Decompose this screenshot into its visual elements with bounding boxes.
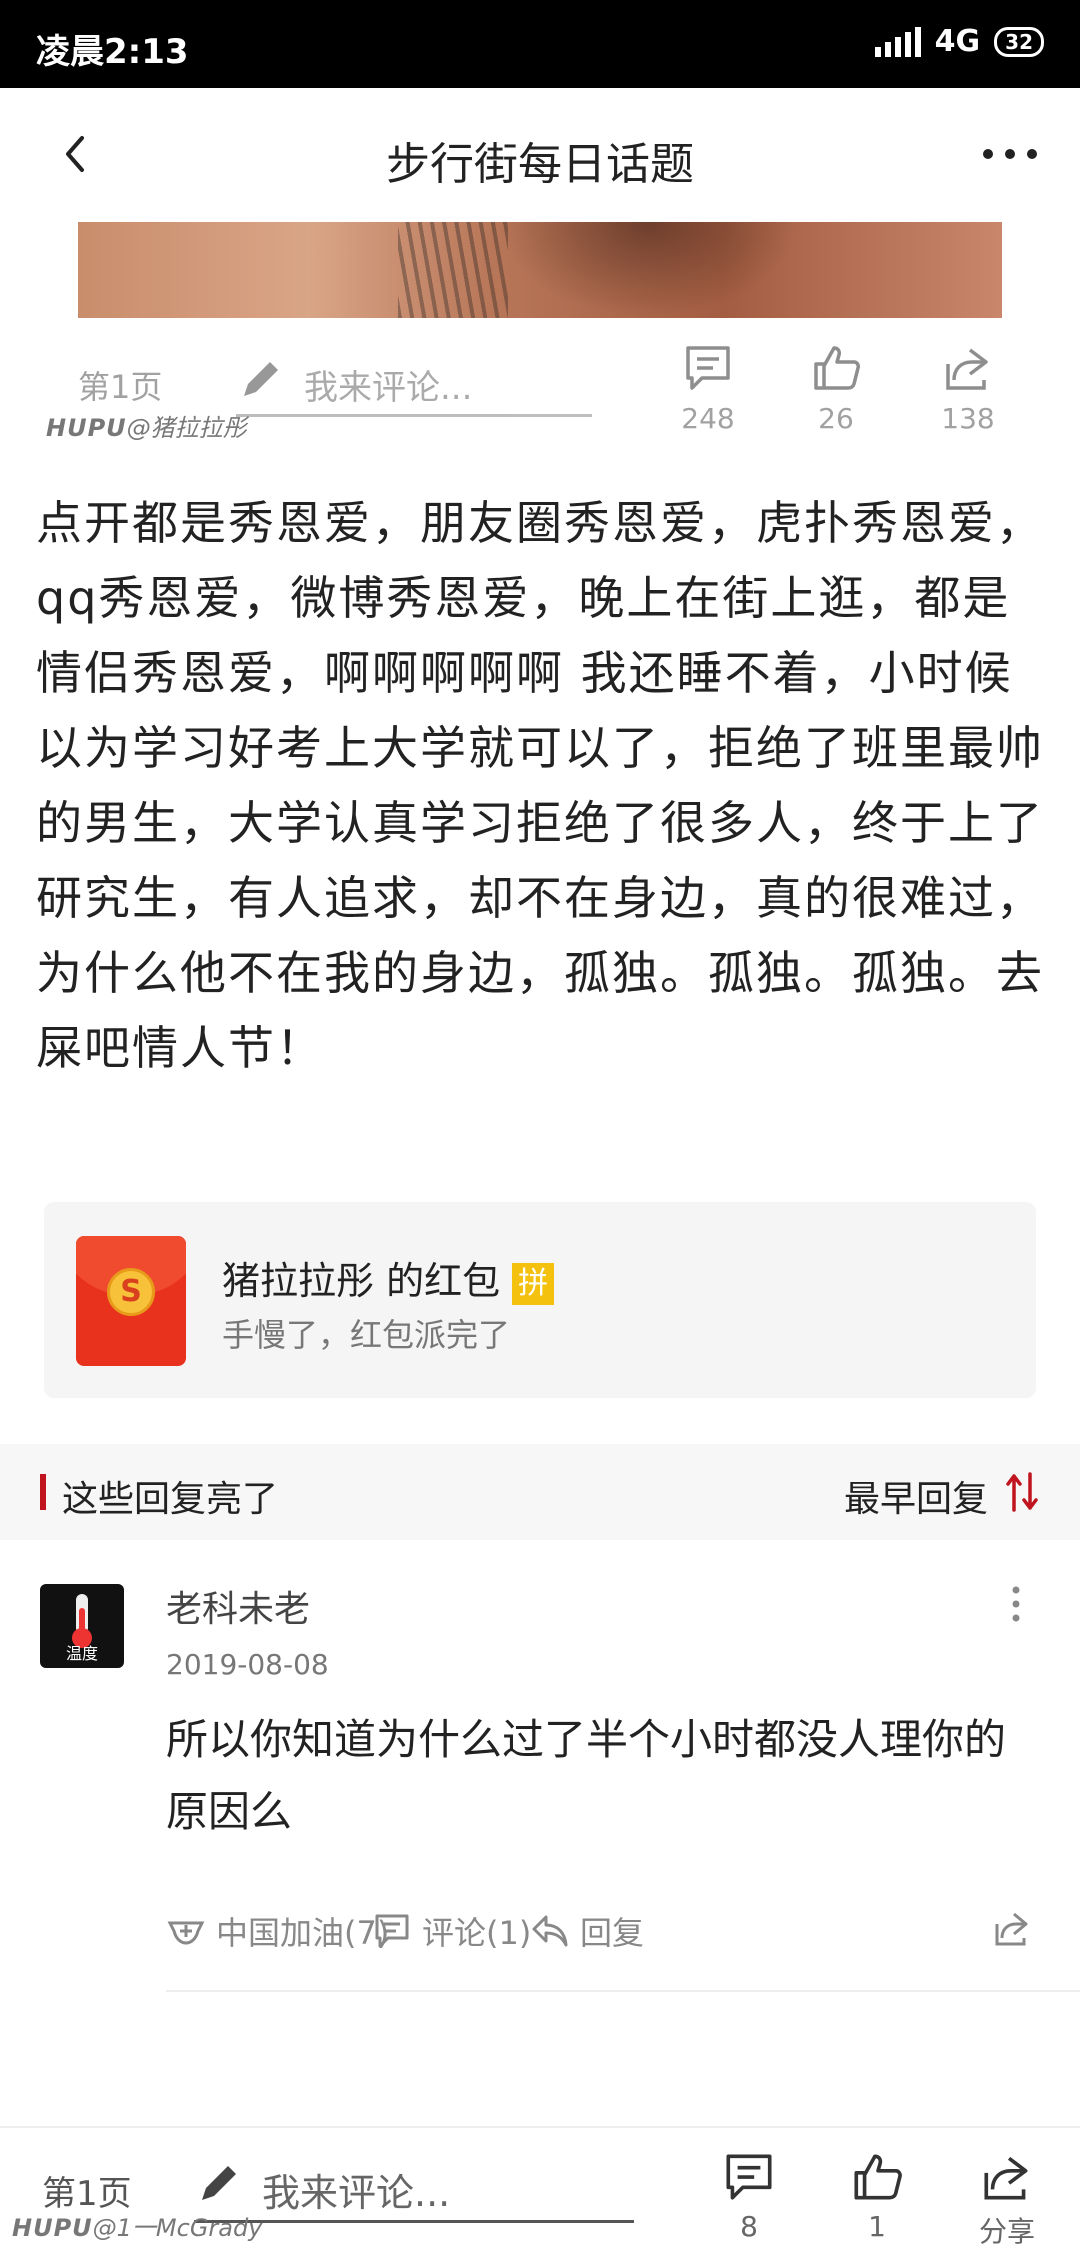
red-packet-status: 手慢了，红包派完了 — [222, 1316, 511, 1354]
comment-input[interactable]: 我来评论... — [304, 360, 472, 409]
share-button[interactable]: 138 — [928, 340, 1008, 435]
comments-button[interactable]: 248 — [668, 340, 748, 435]
page-indicator[interactable]: 第1页 — [78, 362, 162, 408]
comments-count: 248 — [681, 402, 735, 435]
red-packet-card[interactable]: S 猪拉拉彤 的红包拼 手慢了，红包派完了 — [44, 1202, 1036, 1398]
section-accent-bar — [40, 1474, 46, 1510]
thumbs-up-icon — [814, 346, 860, 390]
comment-icon — [726, 2154, 772, 2200]
comment-date: 2019-08-08 — [166, 1648, 329, 1681]
sort-toggle[interactable]: 最早回复 — [844, 1470, 988, 1522]
replies-section-header: 这些回复亮了 最早回复 — [0, 1444, 1080, 1540]
comment-share-button[interactable] — [992, 1908, 1032, 1948]
likes-count: 26 — [818, 402, 854, 435]
red-packet-title: 猪拉拉彤 的红包拼 — [222, 1250, 555, 1305]
status-time: 凌晨2:13 — [36, 32, 189, 72]
share-icon — [984, 2156, 1028, 2200]
comments-button[interactable]: 8 — [704, 2148, 794, 2243]
comments-count: 8 — [740, 2210, 758, 2243]
network-type: 4G — [934, 24, 981, 59]
comment-count-button[interactable]: 评论(1) — [372, 1908, 531, 1954]
status-right: 4G 32 — [874, 24, 1044, 59]
share-count: 138 — [941, 402, 995, 435]
pencil-icon — [202, 2166, 236, 2200]
page-title: 步行街每日话题 — [386, 139, 694, 190]
pin-tag: 拼 — [512, 1262, 555, 1305]
watermark: HUPU@1一McGrady — [12, 2214, 263, 2242]
pencil-icon — [244, 362, 278, 396]
coin-icon: S — [107, 1268, 155, 1316]
post-image[interactable] — [78, 222, 1002, 318]
comment-icon — [375, 1914, 409, 1948]
watermark: HUPU@猪拉拉彤 — [46, 414, 247, 442]
comment-icon — [686, 346, 730, 390]
more-icon[interactable] — [980, 146, 1040, 162]
like-button[interactable]: 26 — [796, 340, 876, 435]
post-body-text: 点开都是秀恩爱，朋友圈秀恩爱，虎扑秀恩爱，qq秀恩爱，微博秀恩爱，晚上在街上逛，… — [36, 496, 1044, 1075]
comment-item: 温度 老科未老 2019-08-08 所以你知道为什么过了半个小时都没人理你的原… — [0, 1540, 1080, 2000]
status-bar: 凌晨2:13 4G 32 — [0, 0, 1080, 88]
reply-icon — [532, 1915, 568, 1947]
likes-count: 1 — [868, 2210, 886, 2243]
comment-input[interactable]: 我来评论... — [262, 2162, 450, 2217]
nav-header: 步行街每日话题 — [0, 88, 1080, 220]
avatar[interactable]: 温度 — [40, 1584, 124, 1668]
thumbs-up-icon — [854, 2154, 902, 2200]
comment-username[interactable]: 老科未老 — [166, 1580, 310, 1632]
section-title: 这些回复亮了 — [62, 1479, 279, 1520]
comment-text: 所以你知道为什么过了半个小时都没人理你的原因么 — [166, 1715, 1007, 1836]
sort-icon[interactable] — [1004, 1470, 1040, 1514]
battery-icon: 32 — [994, 26, 1044, 57]
share-icon — [946, 348, 988, 390]
kebab-menu-icon[interactable] — [1012, 1586, 1020, 1622]
like-button[interactable]: 1 — [832, 2148, 922, 2243]
share-icon — [995, 1912, 1028, 1946]
cheer-button[interactable]: 中国加油(7) — [166, 1908, 389, 1954]
share-label: 分享 — [978, 2215, 1035, 2248]
reply-button[interactable]: 回复 — [530, 1908, 644, 1954]
comment-actions: 中国加油(7) 评论(1) 回复 — [166, 1908, 1046, 1958]
red-envelope-icon: S — [76, 1236, 186, 1366]
share-button[interactable]: 分享 — [962, 2148, 1052, 2248]
signal-icon — [874, 26, 921, 57]
cheer-icon — [167, 1921, 205, 1945]
